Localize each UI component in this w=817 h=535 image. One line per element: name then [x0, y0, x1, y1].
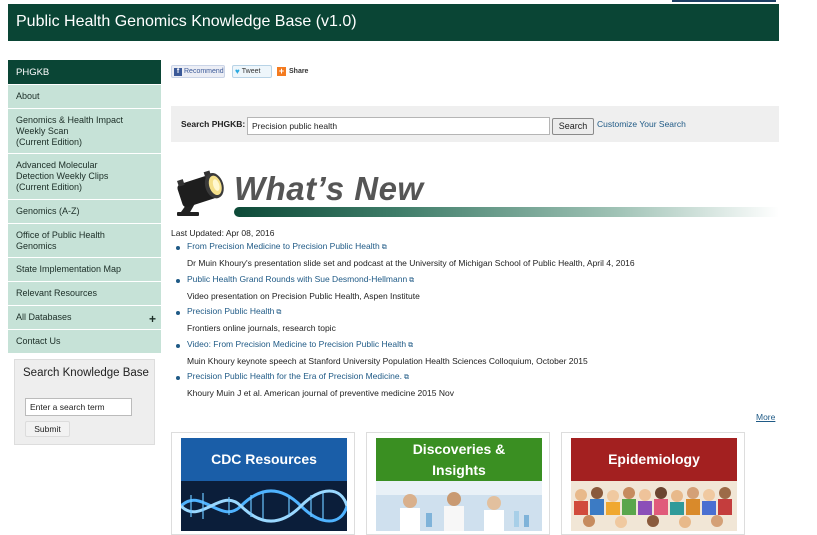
dna-helix-image	[181, 481, 347, 531]
sidebar-item-all-databases[interactable]: All Databases +	[8, 305, 161, 329]
bullet	[176, 343, 180, 348]
news-link[interactable]: Public Health Grand Rounds with Sue Desm…	[187, 274, 414, 285]
whats-new-list: From Precision Medicine to Precision Pub…	[176, 241, 776, 406]
sidebar-item-relevant-resources[interactable]: Relevant Resources	[8, 281, 161, 305]
kb-search-title: Search Knowledge Base	[23, 367, 149, 379]
sidebar-item-about[interactable]: About	[8, 84, 161, 108]
news-link[interactable]: From Precision Medicine to Precision Pub…	[187, 241, 387, 252]
sidebar-item-label: Genomics (A-Z)	[16, 206, 80, 216]
cdc-resources-card[interactable]: CDC Resources	[171, 432, 355, 535]
last-updated: Last Updated: Apr 08, 2016	[171, 228, 275, 238]
sidebar-item-label: State Implementation Map	[16, 264, 122, 274]
sidebar-item-label: About	[16, 91, 40, 101]
news-link-text[interactable]: Video: From Precision Medicine to Precis…	[187, 339, 406, 349]
more-link[interactable]: More	[756, 412, 775, 422]
sidebar-item-label: All Databases	[16, 312, 72, 322]
list-item: Precision Public Health ⧉ Frontiers onlin…	[176, 306, 776, 341]
bullet	[176, 311, 180, 315]
external-link-icon: ⧉	[409, 276, 415, 284]
news-link[interactable]: Precision Public Health ⧉	[187, 306, 281, 317]
card-title[interactable]: CDC Resources	[181, 438, 347, 481]
whats-new-underline	[234, 207, 779, 217]
twitter-bird-icon: ♥	[235, 67, 240, 76]
news-description: Video presentation on Precision Public H…	[187, 290, 420, 301]
news-link[interactable]: Precision Public Health for the Era of P…	[187, 371, 409, 382]
recommend-label: Recommend	[184, 68, 224, 75]
search-button[interactable]: Search	[552, 118, 594, 135]
discoveries-insights-card[interactable]: Discoveries & Insights	[366, 432, 550, 535]
phgkb-search-bar: Search PHGKB: Precision public health Se…	[171, 106, 779, 142]
sidebar-item-label: Office of Public Health Genomics	[16, 229, 105, 251]
news-description: Dr Muin Khoury's presentation slide set …	[187, 258, 635, 268]
external-link-icon: ⧉	[276, 309, 282, 316]
kb-submit-button[interactable]: Submit	[25, 421, 70, 437]
sidebar-item-label: Genomics & Health Impact Weekly Scan (Cu…	[16, 114, 124, 147]
sidebar-item-weekly-scan[interactable]: Genomics & Health Impact Weekly Scan (Cu…	[8, 108, 161, 153]
news-link-text[interactable]: Precision Public Health for the Era of P…	[187, 371, 402, 381]
news-description: Khoury Muin J et al. American journal of…	[187, 388, 454, 398]
bullet	[176, 246, 180, 250]
news-link-text[interactable]: Public Health Grand Rounds with Sue Desm…	[187, 274, 407, 284]
list-item: Public Health Grand Rounds with Sue Desm…	[176, 274, 776, 309]
external-link-icon: ⧉	[408, 341, 414, 349]
share-button[interactable]: + Share	[277, 65, 317, 78]
sidebar-item-ophg[interactable]: Office of Public Health Genomics	[8, 223, 161, 257]
sidebar-item-state-map[interactable]: State Implementation Map	[8, 257, 161, 281]
kb-search-box: Search Knowledge Base Enter a search ter…	[14, 359, 155, 445]
news-description: Frontiers online journals, research topi…	[187, 323, 336, 333]
sidebar-heading[interactable]: PHGKB	[8, 60, 161, 84]
whats-new-title: What’s New	[234, 170, 424, 207]
facebook-recommend-button[interactable]: f Recommend	[171, 65, 225, 78]
list-item: Video: From Precision Medicine to Precis…	[176, 339, 776, 374]
news-link-text[interactable]: Precision Public Health	[187, 306, 274, 316]
customize-search-link[interactable]: Customize Your Search	[597, 119, 686, 129]
news-link-text[interactable]: From Precision Medicine to Precision Pub…	[187, 241, 380, 251]
sidebar-item-label: Relevant Resources	[16, 288, 98, 298]
sidebar-item-label: Contact Us	[16, 336, 61, 346]
card-title[interactable]: Epidemiology	[571, 438, 737, 481]
sidebar-item-weekly-clips[interactable]: Advanced Molecular Detection Weekly Clip…	[8, 153, 161, 199]
site-title[interactable]: Public Health Genomics Knowledge Base (v…	[16, 13, 357, 31]
bullet	[176, 376, 180, 380]
search-input[interactable]: Precision public health	[247, 117, 550, 135]
top-bar-stub	[672, 0, 776, 2]
lab-scientists-image	[376, 481, 542, 531]
tweet-label: Tweet	[241, 68, 261, 75]
epidemiology-card[interactable]: Epidemiology	[561, 432, 745, 535]
crowd-illustration-image	[571, 481, 737, 531]
tweet-button[interactable]: ♥ Tweet	[232, 65, 272, 78]
list-item: Precision Public Health for the Era of P…	[176, 371, 776, 406]
share-plus-icon: +	[277, 66, 286, 76]
sidebar-item-label: Advanced Molecular Detection Weekly Clip…	[16, 160, 109, 192]
news-link[interactable]: Video: From Precision Medicine to Precis…	[187, 339, 413, 350]
site-header: Public Health Genomics Knowledge Base (v…	[8, 4, 779, 41]
spotlight-icon	[177, 170, 224, 216]
facebook-icon: f	[174, 67, 182, 76]
kb-search-input[interactable]: Enter a search term	[25, 398, 132, 416]
sidebar-item-genomics-az[interactable]: Genomics (A-Z)	[8, 199, 161, 223]
list-item: From Precision Medicine to Precision Pub…	[176, 241, 776, 276]
expand-plus-icon[interactable]: +	[149, 312, 156, 326]
share-label: Share	[289, 68, 309, 75]
sidebar-nav: PHGKB About Genomics & Health Impact Wee…	[8, 60, 161, 353]
external-link-icon: ⧉	[381, 244, 387, 251]
external-link-icon: ⧉	[403, 374, 409, 381]
news-description: Muin Khoury keynote speech at Stanford U…	[187, 355, 588, 366]
bullet	[176, 278, 180, 283]
sidebar-item-contact[interactable]: Contact Us	[8, 329, 161, 353]
search-label: Search PHGKB:	[181, 119, 246, 129]
card-title[interactable]: Discoveries & Insights	[376, 438, 542, 481]
